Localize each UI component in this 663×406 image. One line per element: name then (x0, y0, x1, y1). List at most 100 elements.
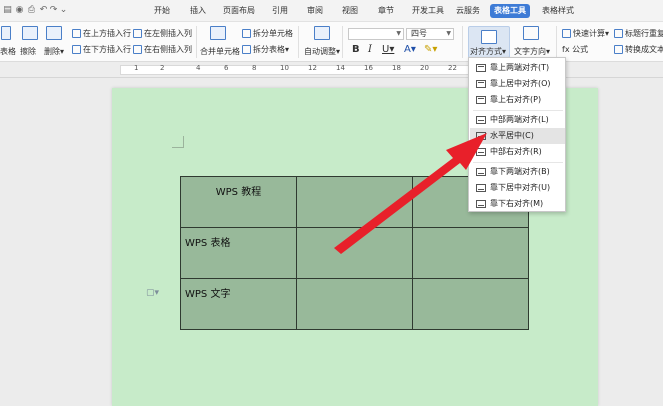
tab-start[interactable]: 开始 (150, 4, 174, 18)
text-direction-button[interactable]: 文字方向▾ (514, 46, 550, 57)
menu-item-label: 中部两端对齐(L) (490, 115, 549, 124)
split-cells-button[interactable]: 拆分单元格 (242, 28, 293, 39)
underline-button[interactable]: U▾ (382, 44, 394, 55)
ruler-number: 20 (420, 64, 429, 72)
menu-item-label: 中部右对齐(R) (490, 147, 542, 156)
print-icon[interactable]: ⎙ (26, 5, 37, 16)
title-repeat-button[interactable]: 标题行重复 (614, 28, 663, 39)
ribbon-separator (298, 26, 299, 58)
convert-text-icon (614, 45, 623, 54)
insert-col-left-button[interactable]: 在左侧插入列 (133, 28, 192, 39)
bold-button[interactable]: B (352, 44, 360, 55)
menu-item-middle-justify[interactable]: 中部两端对齐(L) (470, 112, 565, 128)
insert-row-above-button[interactable]: 在上方插入行 (72, 28, 131, 39)
quick-calc-button[interactable]: 快速计算▾ (562, 28, 609, 39)
font-color-button[interactable]: A▾ (404, 44, 416, 55)
menu-separator (473, 162, 563, 163)
tab-page-layout[interactable]: 页面布局 (219, 4, 259, 18)
split-cells-label: 拆分单元格 (253, 29, 293, 38)
paragraph-layout-icon[interactable]: ▢▾ (146, 288, 160, 298)
chevron-down-icon: ▼ (446, 30, 451, 37)
draw-table-button[interactable]: 表格 (0, 46, 16, 57)
ruler-number: 2 (160, 64, 165, 72)
menu-item-label: 靠下两端对齐(B) (490, 167, 550, 176)
split-table-label: 拆分表格 (253, 45, 285, 54)
insert-col-right-label: 在右侧插入列 (144, 45, 192, 54)
align-icon (481, 30, 497, 44)
ribbon-separator (556, 26, 557, 58)
menu-item-label: 靠上右对齐(P) (490, 95, 542, 104)
table-cell[interactable]: WPS 教程 (180, 176, 297, 228)
quick-access-more-icon[interactable]: ⌄ (58, 5, 69, 16)
save-icon[interactable]: ▤ (2, 5, 13, 16)
convert-text-button[interactable]: 转换成文本 (614, 44, 663, 55)
insert-col-left-icon (133, 29, 142, 38)
table-cell[interactable] (296, 278, 413, 330)
align-label-text: 对齐方式 (470, 47, 502, 56)
tab-table-tools[interactable]: 表格工具 (490, 4, 530, 18)
insert-col-left-label: 在左侧插入列 (144, 29, 192, 38)
menu-item-bottom-center[interactable]: 靠下居中对齐(U) (470, 180, 565, 196)
tab-view[interactable]: 视图 (338, 4, 362, 18)
menu-item-horizontal-center[interactable]: 水平居中(C) (470, 128, 565, 144)
menu-item-middle-right[interactable]: 中部右对齐(R) (470, 144, 565, 160)
table-cell[interactable] (296, 227, 413, 279)
tab-references[interactable]: 引用 (268, 4, 292, 18)
ruler-number: 10 (280, 64, 289, 72)
font-size-select[interactable]: 四号 ▼ (406, 28, 454, 40)
ruler-number: 6 (224, 64, 229, 72)
table-cell[interactable]: WPS 文字 (180, 278, 297, 330)
print-preview-icon[interactable]: ◉ (14, 5, 25, 16)
eraser-icon (22, 26, 38, 40)
align-button[interactable]: 对齐方式▾ (468, 26, 510, 58)
formula-button[interactable]: fx 公式 (562, 44, 588, 55)
draw-table-icon (1, 26, 11, 40)
tab-cloud[interactable]: 云服务 (452, 4, 484, 18)
align-label: 对齐方式▾ (470, 47, 507, 56)
ruler-number: 18 (392, 64, 401, 72)
auto-fit-button[interactable]: 自动调整▾ (304, 46, 340, 57)
insert-row-below-icon (72, 45, 81, 54)
italic-button[interactable]: I (368, 44, 372, 55)
merge-cells-icon (210, 26, 226, 40)
menu-item-top-right[interactable]: 靠上右对齐(P) (470, 92, 565, 108)
table-cell[interactable] (412, 227, 529, 279)
tab-table-style[interactable]: 表格样式 (538, 4, 578, 18)
quick-calc-label: 快速计算 (573, 29, 605, 38)
align-top-justify-icon (476, 64, 486, 72)
menu-item-label: 靠下右对齐(M) (490, 199, 544, 208)
insert-row-above-label: 在上方插入行 (83, 29, 131, 38)
ribbon-separator (462, 26, 463, 58)
insert-col-right-button[interactable]: 在右侧插入列 (133, 44, 192, 55)
menu-item-label: 靠下居中对齐(U) (490, 183, 551, 192)
menu-item-top-center[interactable]: 靠上居中对齐(O) (470, 76, 565, 92)
menu-item-top-justify[interactable]: 靠上两端对齐(T) (470, 60, 565, 76)
align-bottom-center-icon (476, 184, 486, 192)
insert-row-below-button[interactable]: 在下方插入行 (72, 44, 131, 55)
table-row: WPS 表格 (180, 227, 529, 279)
insert-row-below-label: 在下方插入行 (83, 45, 131, 54)
tab-developer[interactable]: 开发工具 (408, 4, 448, 18)
tab-review[interactable]: 审阅 (303, 4, 327, 18)
font-size-value: 四号 (411, 29, 427, 38)
erase-button[interactable]: 擦除 (20, 46, 36, 57)
delete-button[interactable]: 删除▾ (44, 46, 64, 57)
highlight-button[interactable]: ✎▾ (424, 44, 437, 55)
table-cell[interactable]: WPS 表格 (180, 227, 297, 279)
tab-chapter[interactable]: 章节 (374, 4, 398, 18)
ruler-number: 8 (252, 64, 257, 72)
align-top-center-icon (476, 80, 486, 88)
font-name-select[interactable]: ▼ (348, 28, 404, 40)
tab-insert[interactable]: 插入 (186, 4, 210, 18)
merge-cells-button[interactable]: 合并单元格 (200, 46, 240, 57)
convert-text-label: 转换成文本 (625, 45, 663, 54)
ruler-number: 1 (134, 64, 139, 72)
menu-item-bottom-justify[interactable]: 靠下两端对齐(B) (470, 164, 565, 180)
ribbon-separator (342, 26, 343, 58)
ribbon: 表格 擦除 删除▾ 在上方插入行 在下方插入行 在左侧插入列 在右侧插入列 合并… (0, 22, 663, 62)
table-cell[interactable] (412, 278, 529, 330)
title-repeat-icon (614, 29, 623, 38)
split-table-button[interactable]: 拆分表格▾ (242, 44, 289, 55)
table-cell[interactable] (296, 176, 413, 228)
menu-item-bottom-right[interactable]: 靠下右对齐(M) (470, 196, 565, 212)
